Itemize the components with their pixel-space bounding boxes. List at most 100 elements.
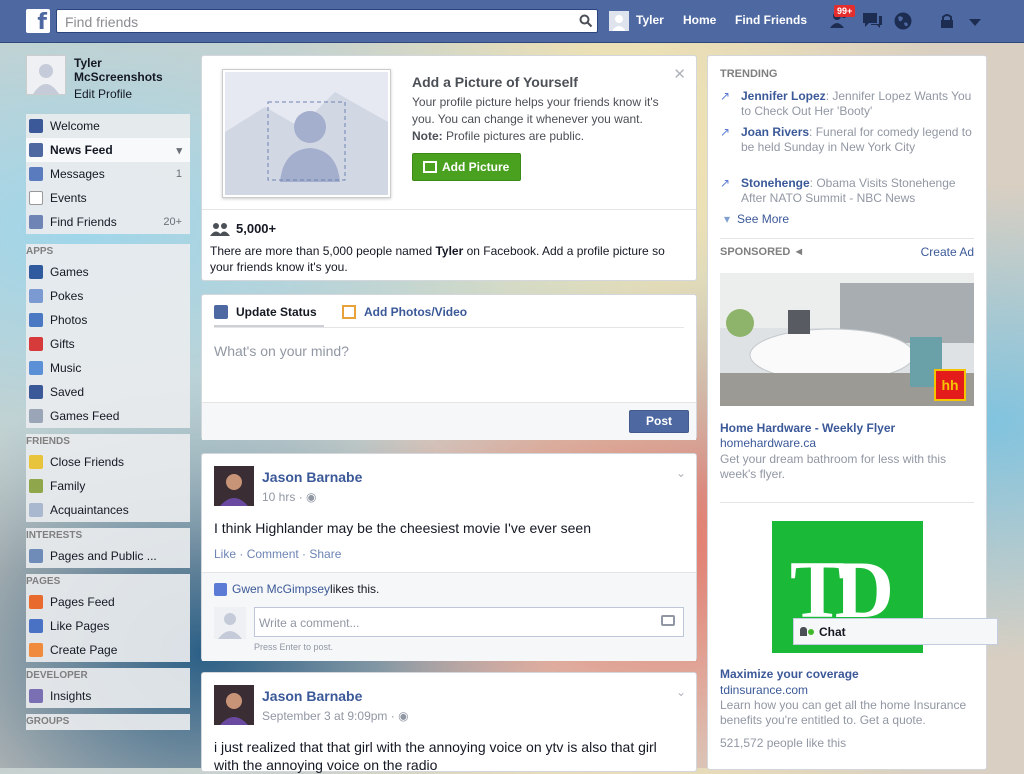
ad-image-bathroom[interactable]: hh	[720, 273, 974, 406]
ad-title[interactable]: Home Hardware - Weekly Flyer	[720, 421, 895, 435]
nav-label: Pages Feed	[50, 595, 115, 609]
see-more-link[interactable]: ▾ See More	[724, 212, 789, 226]
nav-news-feed[interactable]: News Feed ▾	[26, 138, 190, 162]
camera-icon[interactable]	[661, 615, 675, 626]
trending-name: Joan Rivers	[741, 125, 810, 139]
nav-label: Like Pages	[50, 619, 110, 633]
ad-domain[interactable]: tdinsurance.com	[720, 683, 808, 697]
chevron-down-icon[interactable]: ⌄	[676, 685, 686, 699]
name-description: There are more than 5,000 people named T…	[210, 243, 680, 275]
like-link[interactable]: Like	[214, 547, 236, 561]
nav-label: Create Page	[50, 643, 118, 657]
name-count: 5,000+	[236, 221, 277, 236]
user-avatar[interactable]	[609, 11, 629, 31]
nav-close-friends[interactable]: Close Friends	[26, 450, 190, 474]
globe-icon[interactable]	[893, 11, 913, 34]
nav-messages[interactable]: Messages 1	[26, 162, 190, 186]
nav-music[interactable]: Music	[26, 356, 190, 380]
status-input[interactable]: What's on your mind?	[214, 343, 349, 359]
search-input[interactable]	[63, 11, 567, 33]
tab-add-photos[interactable]: Add Photos/Video	[342, 305, 467, 319]
nav-label: Close Friends	[50, 455, 125, 469]
nav-label: Games Feed	[50, 409, 120, 423]
nav-gifts[interactable]: Gifts	[26, 332, 190, 356]
author-avatar[interactable]	[214, 466, 254, 506]
post-time[interactable]: September 3 at 9:09pm · ◉	[262, 709, 409, 723]
profile-picture-placeholder[interactable]	[222, 69, 391, 198]
share-link[interactable]: Share	[309, 547, 341, 561]
author-avatar[interactable]	[214, 685, 254, 725]
nav-create-page[interactable]: Create Page	[26, 638, 190, 662]
lock-icon[interactable]	[939, 13, 957, 32]
close-icon[interactable]: ✕	[673, 65, 686, 83]
nav-label: Gifts	[50, 337, 75, 351]
chevron-down-icon: ▾	[724, 212, 731, 226]
chevron-down-icon[interactable]: ▾	[176, 144, 182, 157]
chevron-down-icon[interactable]: ⌄	[676, 466, 686, 480]
nav-pages-public[interactable]: Pages and Public ...	[26, 544, 190, 568]
liker-name[interactable]: Gwen McGimpsey	[232, 582, 330, 596]
nav-family[interactable]: Family	[26, 474, 190, 498]
messages-icon[interactable]	[861, 11, 883, 34]
post-author[interactable]: Jason Barnabe	[262, 469, 362, 485]
nav-label: Messages	[50, 167, 105, 181]
trending-header: TRENDING	[720, 68, 778, 80]
facebook-logo[interactable]: f	[26, 9, 50, 33]
trending-arrow-icon: ↗	[720, 89, 731, 103]
profile-name[interactable]: Tyler McScreenshots	[74, 56, 163, 84]
note-text: Profile pictures are public.	[442, 129, 585, 143]
divider	[720, 502, 974, 503]
dropdown-icon[interactable]	[969, 16, 981, 30]
facebook-icon	[29, 119, 43, 133]
photo-icon	[342, 305, 356, 319]
developer-header[interactable]: DEVELOPER	[26, 668, 190, 684]
nav-pages-feed[interactable]: Pages Feed	[26, 590, 190, 614]
find-friends-link[interactable]: Find Friends	[735, 13, 807, 27]
create-ad-link[interactable]: Create Ad	[921, 245, 974, 259]
interests-nav: Pages and Public ...	[26, 544, 190, 568]
comment-input[interactable]: Write a comment...	[254, 607, 684, 637]
trending-item[interactable]: ↗ Joan Rivers: Funeral for comedy legend…	[720, 125, 974, 155]
post-author[interactable]: Jason Barnabe	[262, 688, 362, 704]
nav-find-friends[interactable]: Find Friends 20+	[26, 210, 190, 234]
nav-games[interactable]: Games	[26, 260, 190, 284]
ad-text: Get your dream bathroom for less with th…	[720, 452, 947, 481]
edit-profile-link[interactable]: Edit Profile	[74, 87, 132, 101]
tab-update-status[interactable]: Update Status	[214, 305, 317, 319]
apps-header[interactable]: APPS	[26, 244, 190, 260]
add-picture-button[interactable]: Add Picture	[412, 153, 521, 181]
ad-domain[interactable]: homehardware.ca	[720, 436, 816, 450]
nav-acquaintances[interactable]: Acquaintances	[26, 498, 190, 522]
pages-header[interactable]: PAGES	[26, 574, 190, 590]
groups-header[interactable]: GROUPS	[26, 714, 190, 730]
nav-insights[interactable]: Insights	[26, 684, 190, 708]
post-time[interactable]: 10 hrs · ◉	[262, 490, 317, 504]
trending-item[interactable]: ↗ Jennifer Lopez: Jennifer Lopez Wants Y…	[720, 89, 974, 119]
nav-events[interactable]: Events	[26, 186, 190, 210]
post-button[interactable]: Post	[629, 410, 689, 433]
globe-icon: ◉	[398, 709, 409, 723]
nav-like-pages[interactable]: Like Pages	[26, 614, 190, 638]
profile-link[interactable]: Tyler	[636, 13, 664, 27]
right-rail: TRENDING ↗ Jennifer Lopez: Jennifer Lope…	[707, 55, 987, 770]
search-icon[interactable]	[575, 10, 597, 32]
trending-item[interactable]: ↗ Stonehenge: Obama Visits Stonehenge Af…	[720, 176, 974, 206]
nav-label: Welcome	[50, 119, 100, 133]
interests-header[interactable]: INTERESTS	[26, 528, 190, 544]
rss-icon	[29, 549, 43, 563]
nav-photos[interactable]: Photos	[26, 308, 190, 332]
post-text: i just realized that that girl with the …	[214, 739, 657, 773]
home-link[interactable]: Home	[683, 13, 716, 27]
chat-bar[interactable]: Chat	[793, 618, 998, 645]
pages-nav: Pages Feed Like Pages Create Page	[26, 590, 190, 662]
nav-pokes[interactable]: Pokes	[26, 284, 190, 308]
ad-title[interactable]: Maximize your coverage	[720, 667, 859, 681]
friends-header[interactable]: FRIENDS	[26, 434, 190, 450]
comment-link[interactable]: Comment	[247, 547, 299, 561]
profile-picture[interactable]	[26, 55, 66, 95]
nav-welcome[interactable]: Welcome	[26, 114, 190, 138]
desc-pre: There are more than 5,000 people named	[210, 244, 436, 258]
nav-saved[interactable]: Saved	[26, 380, 190, 404]
messages-icon	[29, 167, 43, 181]
nav-games-feed[interactable]: Games Feed	[26, 404, 190, 428]
